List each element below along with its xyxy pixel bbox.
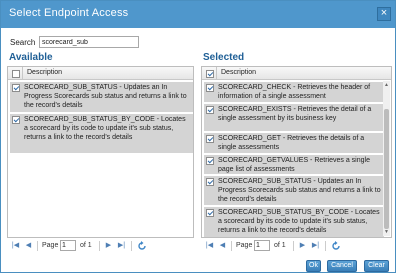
selected-row[interactable]: SCORECARD_CHECK - Retrieves the header o…: [204, 82, 384, 103]
selected-heading: Selected: [203, 52, 245, 63]
page-number-input[interactable]: [60, 240, 76, 251]
selected-select-all-checkbox[interactable]: [206, 70, 214, 78]
available-row[interactable]: SCORECARD_SUB_STATUS - Updates an In Pro…: [10, 82, 193, 113]
row-checkbox[interactable]: [206, 209, 214, 217]
cancel-button[interactable]: Cancel: [327, 260, 357, 272]
scroll-down-icon[interactable]: ▼: [383, 228, 390, 236]
search-input[interactable]: [39, 36, 139, 48]
scroll-up-icon[interactable]: ▲: [383, 81, 390, 89]
row-checkbox[interactable]: [206, 106, 214, 114]
scroll-thumb[interactable]: [384, 109, 389, 229]
page-number-input[interactable]: [254, 240, 270, 251]
selected-pager: |◀ ◀ Page of 1 ▶ ▶|: [201, 240, 392, 253]
row-checkbox[interactable]: [12, 116, 20, 124]
pager-divider: [37, 241, 38, 251]
row-description: SCORECARD_SUB_STATUS - Updates an In Pro…: [218, 178, 381, 203]
row-description: SCORECARD_CHECK - Retrieves the header o…: [218, 84, 371, 100]
last-page-icon[interactable]: ▶|: [117, 241, 126, 250]
pager-divider: [131, 241, 132, 251]
available-pager: |◀ ◀ Page of 1 ▶ ▶|: [7, 240, 194, 253]
row-checkbox[interactable]: [206, 157, 214, 165]
last-page-icon[interactable]: ▶|: [311, 241, 320, 250]
close-icon[interactable]: ×: [377, 7, 391, 21]
pager-divider: [231, 241, 232, 251]
select-endpoint-access-dialog: Select Endpoint Access × Search Availabl…: [0, 0, 396, 273]
ok-button[interactable]: Ok: [306, 260, 321, 272]
search-label: Search: [10, 38, 36, 47]
row-description: SCORECARD_SUB_STATUS - Updates an In Pro…: [24, 84, 187, 109]
next-page-icon[interactable]: ▶: [298, 241, 307, 250]
available-column-header: Description: [8, 67, 193, 80]
refresh-icon[interactable]: [331, 241, 341, 251]
row-description: SCORECARD_GET - Retrieves the details of…: [218, 135, 365, 151]
page-label: Page: [42, 242, 59, 249]
selected-scrollbar[interactable]: ▲ ▼: [383, 81, 390, 236]
previous-page-icon[interactable]: ◀: [218, 241, 227, 250]
row-checkbox[interactable]: [206, 84, 214, 92]
previous-page-icon[interactable]: ◀: [24, 241, 33, 250]
first-page-icon[interactable]: |◀: [205, 241, 214, 250]
pager-divider: [293, 241, 294, 251]
selected-column-header: Description: [202, 67, 391, 80]
available-row[interactable]: SCORECARD_SUB_STATUS_BY_CODE - Locates a…: [10, 114, 193, 154]
next-page-icon[interactable]: ▶: [104, 241, 113, 250]
first-page-icon[interactable]: |◀: [11, 241, 20, 250]
pager-divider: [325, 241, 326, 251]
row-description: SCORECARD_EXISTS - Retrieves the detail …: [218, 106, 372, 122]
row-description: SCORECARD_SUB_STATUS_BY_CODE - Locates a…: [24, 116, 186, 141]
dialog-title: Select Endpoint Access: [9, 7, 129, 19]
selected-grid: Description SCORECARD_CHECK - Retrieves …: [201, 66, 392, 238]
clear-button[interactable]: Clear: [364, 260, 389, 272]
pager-divider: [99, 241, 100, 251]
selected-row[interactable]: SCORECARD_EXISTS - Retrieves the detail …: [204, 104, 384, 132]
refresh-icon[interactable]: [137, 241, 147, 251]
page-count-label: of 1: [274, 242, 286, 249]
selected-description-header[interactable]: Description: [216, 67, 256, 79]
available-select-all-checkbox[interactable]: [12, 70, 20, 78]
available-grid: Description SCORECARD_SUB_STATUS - Updat…: [7, 66, 194, 238]
available-description-header[interactable]: Description: [22, 67, 62, 79]
row-description: SCORECARD_SUB_STATUS_BY_CODE - Locates a…: [218, 209, 380, 234]
row-checkbox[interactable]: [12, 84, 20, 92]
row-description: SCORECARD_GETVALUES - Retrieves a single…: [218, 157, 370, 173]
selected-row[interactable]: SCORECARD_GET - Retrieves the details of…: [204, 133, 384, 154]
selected-row[interactable]: SCORECARD_GETVALUES - Retrieves a single…: [204, 155, 384, 175]
selected-row[interactable]: SCORECARD_SUB_STATUS_BY_CODE - Locates a…: [204, 207, 384, 237]
page-count-label: of 1: [80, 242, 92, 249]
available-heading: Available: [9, 52, 53, 63]
row-checkbox[interactable]: [206, 178, 214, 186]
selected-row[interactable]: SCORECARD_SUB_STATUS - Updates an In Pro…: [204, 176, 384, 206]
row-checkbox[interactable]: [206, 135, 214, 143]
page-label: Page: [236, 242, 253, 249]
dialog-titlebar: Select Endpoint Access ×: [1, 1, 395, 28]
